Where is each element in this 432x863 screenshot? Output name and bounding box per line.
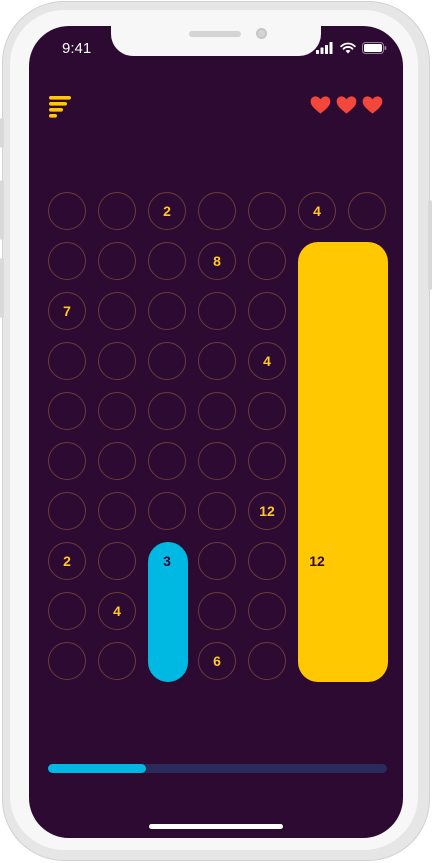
board-cell[interactable] [48,492,86,530]
board-cell[interactable] [148,442,186,480]
board-cell[interactable] [348,192,386,230]
board-cell[interactable] [48,392,86,430]
board-cell[interactable] [198,592,236,630]
board-cell-number[interactable]: 6 [198,642,236,680]
board-cell[interactable] [98,242,136,280]
board-cell[interactable] [198,442,236,480]
board-cell[interactable] [48,442,86,480]
board-cell[interactable] [248,592,286,630]
board-cell[interactable] [98,342,136,380]
board-cell[interactable] [198,542,236,580]
board-cell[interactable] [148,242,186,280]
board-cell[interactable] [48,592,86,630]
board-cell[interactable] [48,342,86,380]
level-progress-bar [48,764,387,773]
power-button [428,200,432,290]
home-indicator[interactable] [149,824,283,829]
board-cell-number[interactable]: 2 [48,542,86,580]
board-cell-number[interactable]: 4 [248,342,286,380]
blue-piece-value: 3 [163,553,171,569]
game-board: 2 4 8 7 4 12 2 4 6 3 12 [29,26,403,838]
board-cell[interactable] [248,392,286,430]
board-cell[interactable] [248,292,286,330]
level-progress-fill [48,764,147,773]
board-cell[interactable] [248,442,286,480]
volume-down-button [0,258,4,318]
yellow-piece-value: 12 [309,553,325,569]
board-cell-number[interactable]: 7 [48,292,86,330]
mute-switch [0,118,4,148]
board-cell[interactable] [248,542,286,580]
board-cell[interactable] [198,392,236,430]
board-cell[interactable] [98,542,136,580]
board-cell[interactable] [148,292,186,330]
board-cell-number[interactable]: 4 [98,592,136,630]
board-cell-number[interactable]: 12 [248,492,286,530]
phone-frame: 9:41 24 8 7 4 12 2 4 6 3 12 [0,0,432,863]
board-cell-number[interactable]: 2 [148,192,186,230]
board-cell[interactable] [198,292,236,330]
board-cell[interactable] [98,442,136,480]
board-cell[interactable] [248,192,286,230]
yellow-piece[interactable] [298,242,388,682]
game-screen: 9:41 24 8 7 4 12 2 4 6 3 12 [29,26,403,838]
board-cell[interactable] [198,192,236,230]
board-cell[interactable] [48,242,86,280]
board-cell[interactable] [98,192,136,230]
board-cell[interactable] [48,642,86,680]
board-cell-number[interactable]: 4 [298,192,336,230]
board-cell[interactable] [148,392,186,430]
board-cell[interactable] [48,192,86,230]
board-cell[interactable] [198,492,236,530]
board-cell[interactable] [248,242,286,280]
board-cell[interactable] [98,392,136,430]
board-cell-number[interactable]: 8 [198,242,236,280]
board-cell[interactable] [248,642,286,680]
board-cell[interactable] [98,642,136,680]
board-cell[interactable] [148,492,186,530]
board-cell[interactable] [198,342,236,380]
board-cell[interactable] [148,342,186,380]
board-cell[interactable] [98,492,136,530]
volume-up-button [0,180,4,240]
board-cell[interactable] [98,292,136,330]
